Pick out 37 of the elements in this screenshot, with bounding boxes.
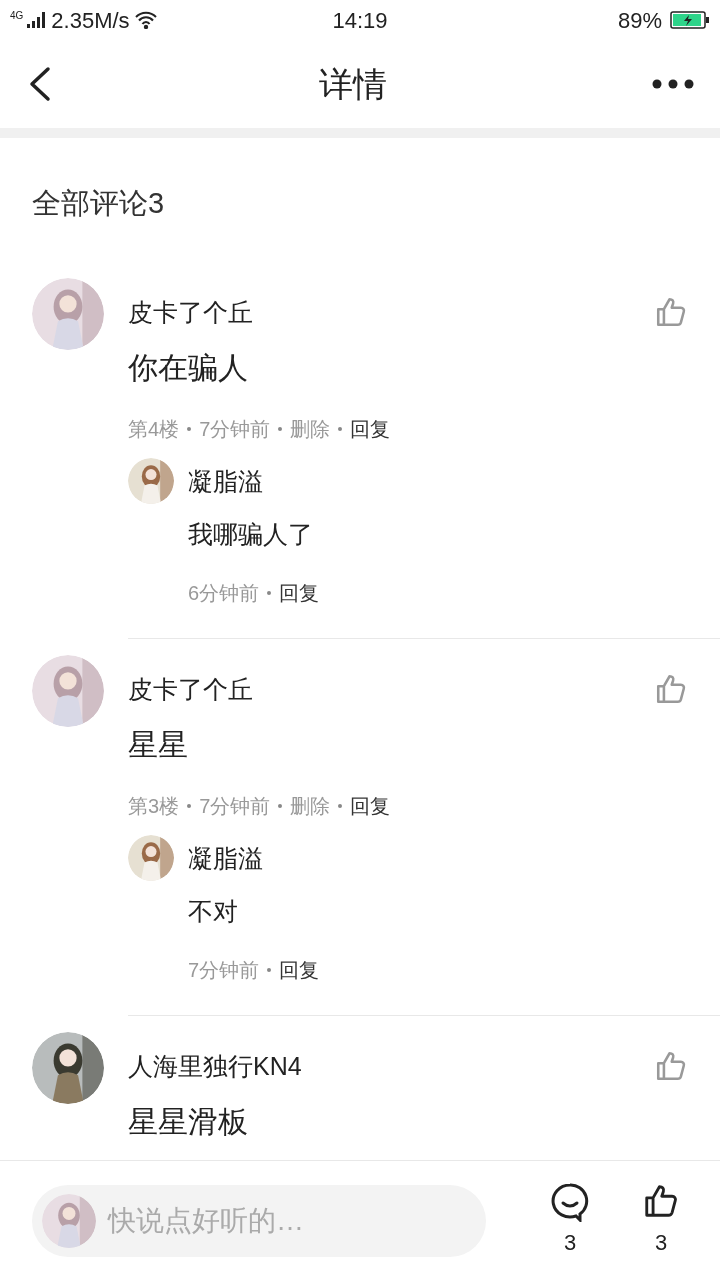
meta-text: 7分钟前: [199, 794, 271, 819]
user-name: 凝脂溢: [188, 466, 264, 497]
input-placeholder: 快说点好听的…: [108, 1203, 304, 1238]
reply-text: 我哪骗人了: [188, 519, 314, 550]
section-title: 全部评论3: [32, 187, 165, 219]
user-name: 凝脂溢: [188, 843, 264, 874]
meta-text: 第3楼: [128, 794, 180, 819]
battery-icon: [670, 10, 710, 30]
comment-text: 你在骗人: [128, 350, 249, 386]
meta-text: 第4楼: [128, 417, 180, 442]
reply-text: 不对: [188, 896, 239, 927]
battery-percent: 89%: [617, 6, 662, 35]
signal-icon: [27, 12, 48, 28]
network-speed: 2.35M/s: [51, 6, 130, 35]
more-icon[interactable]: [652, 79, 694, 89]
comment-icon[interactable]: [550, 1182, 590, 1222]
user-name: 皮卡了个丘: [128, 296, 253, 328]
wifi-icon: [133, 11, 158, 29]
meta-text: 7分钟前: [188, 957, 260, 983]
network-label: 4G: [10, 8, 24, 23]
comment-text: 星星: [128, 727, 189, 763]
clock: 14:19: [332, 6, 388, 35]
meta-text: 6分钟前: [188, 580, 260, 606]
reply-link[interactable]: 回复: [350, 791, 391, 821]
user-name: 皮卡了个丘: [128, 673, 253, 705]
comment-text: 星星滑板: [128, 1104, 249, 1140]
user-name: 人海里独行KN4: [128, 1050, 302, 1082]
reply-link[interactable]: 回复: [279, 954, 320, 985]
page-title: 详情: [319, 63, 387, 105]
like-count: 3: [654, 1229, 668, 1257]
comment-count: 3: [563, 1229, 577, 1257]
reply-link[interactable]: 回复: [279, 577, 320, 608]
meta-text: 删除: [290, 794, 331, 819]
like-icon[interactable]: [642, 1182, 680, 1220]
meta-text: 删除: [290, 417, 331, 442]
reply-link[interactable]: 回复: [350, 414, 391, 444]
meta-text: 7分钟前: [199, 417, 271, 442]
